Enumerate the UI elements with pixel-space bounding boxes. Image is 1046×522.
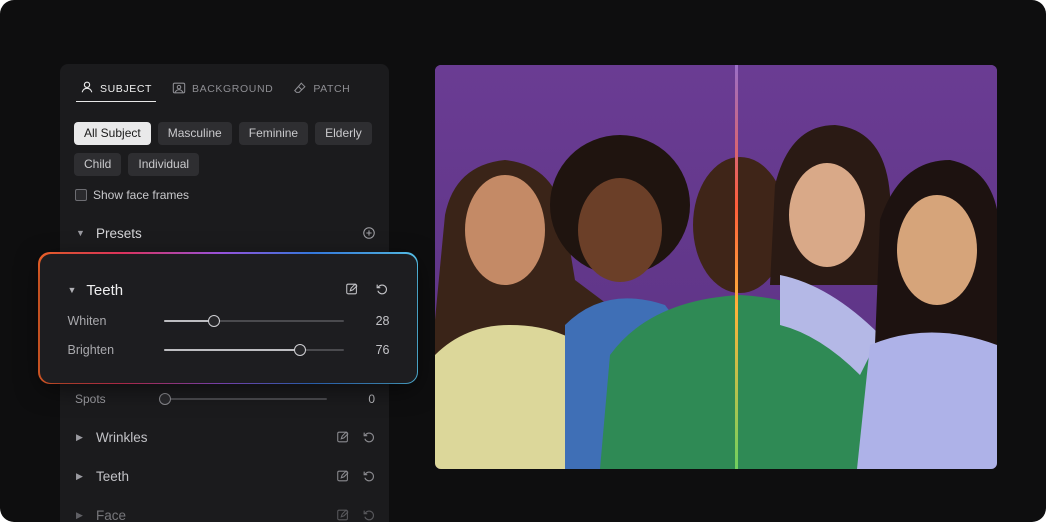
edit-icon[interactable] bbox=[345, 282, 359, 296]
before-after-divider[interactable] bbox=[735, 65, 738, 469]
caret-right-icon: ▶ bbox=[76, 470, 83, 481]
whiten-label: Whiten bbox=[67, 313, 107, 328]
section-face[interactable]: ▶ Face bbox=[76, 504, 376, 522]
teeth-card: ▼ Teeth Whiten 28 Brighten 76 bbox=[39, 253, 417, 383]
spots-slider-handle[interactable] bbox=[159, 393, 171, 405]
teeth-card-title: Teeth bbox=[86, 281, 124, 299]
whiten-slider-handle[interactable] bbox=[207, 314, 220, 327]
section-wrinkles-label: Wrinkles bbox=[96, 429, 148, 445]
eraser-icon bbox=[293, 81, 307, 98]
presets-label: Presets bbox=[96, 225, 142, 241]
caret-right-icon: ▶ bbox=[76, 509, 83, 520]
chip-all-subject[interactable]: All Subject bbox=[74, 122, 151, 145]
whiten-slider[interactable] bbox=[163, 314, 344, 327]
tab-background[interactable]: BACKGROUND bbox=[168, 76, 277, 102]
chip-child[interactable]: Child bbox=[74, 153, 122, 176]
tab-subject-label: SUBJECT bbox=[100, 82, 153, 95]
chip-elderly[interactable]: Elderly bbox=[315, 122, 372, 145]
tab-patch[interactable]: PATCH bbox=[289, 76, 354, 102]
whiten-value: 28 bbox=[375, 313, 390, 328]
caret-down-icon: ▼ bbox=[67, 285, 77, 295]
whiten-slider-row: Whiten 28 bbox=[68, 311, 390, 331]
tab-background-label: BACKGROUND bbox=[192, 83, 274, 95]
brighten-value: 76 bbox=[375, 342, 390, 357]
section-teeth[interactable]: ▶ Teeth bbox=[76, 465, 376, 487]
reset-icon[interactable] bbox=[362, 430, 376, 444]
panel-tabs: SUBJECT BACKGROUND PATCH bbox=[76, 76, 366, 102]
show-face-frames-checkbox[interactable] bbox=[75, 189, 87, 201]
chip-individual[interactable]: Individual bbox=[128, 153, 200, 176]
edit-icon[interactable] bbox=[336, 508, 350, 522]
reset-icon[interactable] bbox=[362, 469, 376, 483]
tab-patch-label: PATCH bbox=[313, 83, 351, 95]
presets-row[interactable]: ▼ Presets bbox=[76, 222, 376, 244]
spots-label: Spots bbox=[75, 392, 106, 406]
photo-preview[interactable] bbox=[435, 65, 997, 469]
brighten-slider-handle[interactable] bbox=[294, 343, 307, 356]
brighten-slider-row: Brighten 76 bbox=[68, 340, 390, 360]
subject-filter-chips: All Subject Masculine Feminine Elderly C… bbox=[74, 122, 384, 176]
chip-masculine[interactable]: Masculine bbox=[157, 122, 232, 145]
spots-value: 0 bbox=[368, 392, 375, 406]
spots-slider[interactable] bbox=[159, 393, 327, 405]
section-teeth-label: Teeth bbox=[96, 468, 130, 484]
chip-feminine[interactable]: Feminine bbox=[238, 122, 309, 145]
caret-right-icon: ▶ bbox=[76, 431, 83, 442]
edit-icon[interactable] bbox=[336, 469, 350, 483]
show-face-frames-label: Show face frames bbox=[93, 188, 190, 202]
group-portrait-image bbox=[435, 65, 997, 469]
brighten-slider[interactable] bbox=[163, 343, 344, 356]
teeth-card-actions bbox=[345, 282, 389, 296]
spots-slider-row: Spots 0 bbox=[75, 389, 375, 409]
section-wrinkles[interactable]: ▶ Wrinkles bbox=[76, 426, 376, 448]
reset-icon[interactable] bbox=[375, 282, 389, 296]
show-face-frames-row[interactable]: Show face frames bbox=[75, 188, 189, 202]
teeth-card-highlight: ▼ Teeth Whiten 28 Brighten 76 bbox=[38, 252, 418, 384]
caret-down-icon: ▼ bbox=[76, 228, 85, 238]
app-frame: SUBJECT BACKGROUND PATCH All Subject Mas… bbox=[0, 0, 1046, 522]
brighten-label: Brighten bbox=[67, 342, 115, 357]
reset-icon[interactable] bbox=[362, 508, 376, 522]
teeth-card-header[interactable]: ▼ Teeth bbox=[68, 282, 124, 299]
plus-circle-icon[interactable] bbox=[362, 226, 376, 240]
person-icon bbox=[80, 80, 94, 97]
tab-subject[interactable]: SUBJECT bbox=[76, 76, 157, 102]
section-face-label: Face bbox=[96, 507, 127, 522]
landscape-icon bbox=[172, 81, 186, 98]
edit-icon[interactable] bbox=[336, 430, 350, 444]
